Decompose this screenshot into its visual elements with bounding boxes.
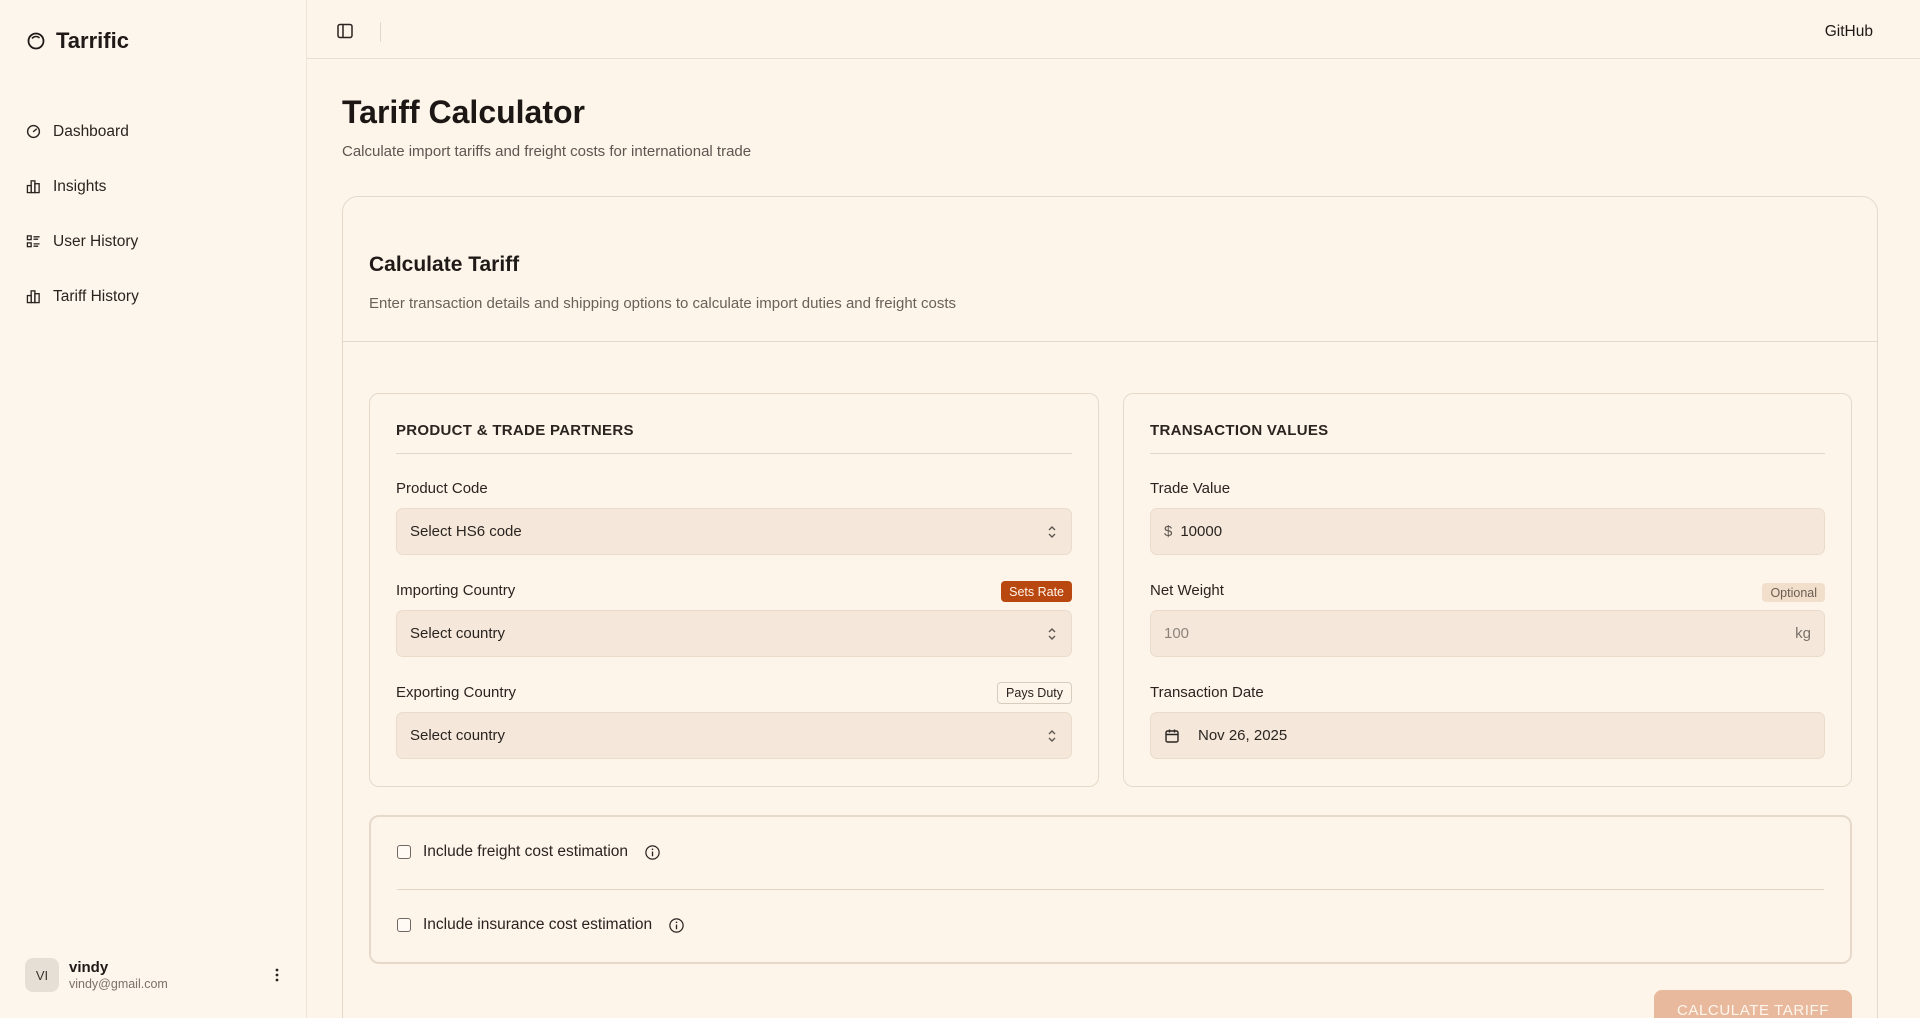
importing-country-label: Importing Country — [396, 582, 516, 599]
trade-value-label: Trade Value — [1150, 480, 1231, 497]
exporting-country-label: Exporting Country — [396, 684, 517, 701]
panel-heading: PRODUCT & TRADE PARTNERS — [396, 422, 1072, 454]
transaction-date-value: Nov 26, 2025 — [1198, 727, 1288, 744]
currency-symbol: $ — [1164, 523, 1173, 540]
main-content: GitHub Tariff Calculator Calculate impor… — [306, 0, 1920, 1018]
bar-chart-icon — [26, 290, 40, 304]
sidebar-item-user-history[interactable]: User History — [26, 214, 286, 269]
list-icon — [26, 235, 40, 248]
exporting-country-value: Select country — [410, 727, 506, 744]
github-link[interactable]: GitHub — [1825, 23, 1873, 41]
sidebar-item-tariff-history[interactable]: Tariff History — [26, 269, 286, 324]
sidebar-item-label: Insights — [53, 177, 107, 195]
exporting-country-select[interactable]: Select country — [396, 712, 1072, 759]
card-title: Calculate Tariff — [369, 253, 520, 276]
transaction-date-picker[interactable]: Nov 26, 2025 — [1150, 712, 1825, 759]
sidebar-item-label: User History — [53, 232, 139, 250]
bar-chart-icon — [26, 180, 40, 194]
info-icon[interactable] — [668, 917, 685, 934]
importing-country-value: Select country — [410, 625, 506, 642]
card-description: Enter transaction details and shipping o… — [369, 295, 957, 312]
optional-badge: Optional — [1762, 583, 1825, 602]
sidebar-item-label: Tariff History — [53, 287, 139, 305]
sets-rate-badge: Sets Rate — [1001, 581, 1072, 602]
freight-option: Include freight cost estimation — [397, 843, 661, 861]
insurance-label[interactable]: Include insurance cost estimation — [423, 916, 652, 934]
sidebar-item-dashboard[interactable]: Dashboard — [26, 104, 286, 159]
gauge-icon — [26, 124, 41, 139]
user-email: vindy@gmail.com — [69, 976, 168, 991]
cost-options-panel: Include freight cost estimation Include … — [369, 815, 1852, 964]
divider — [397, 889, 1824, 890]
brand[interactable]: Tarrific — [26, 28, 129, 54]
avatar: VI — [25, 958, 59, 992]
more-vertical-icon[interactable] — [267, 965, 287, 985]
chevrons-up-down-icon — [1048, 729, 1056, 742]
sidebar-item-insights[interactable]: Insights — [26, 159, 286, 214]
transaction-values-panel: TRANSACTION VALUES Trade Value $ 10000 N… — [1123, 393, 1852, 787]
logo-circle-icon — [27, 32, 45, 50]
chevrons-up-down-icon — [1048, 627, 1056, 640]
weight-unit: kg — [1795, 625, 1811, 642]
page-title: Tariff Calculator — [342, 94, 585, 130]
user-info: vindy vindy@gmail.com — [69, 959, 267, 992]
transaction-date-label: Transaction Date — [1150, 684, 1264, 701]
importing-country-select[interactable]: Select country — [396, 610, 1072, 657]
panel-heading: TRANSACTION VALUES — [1150, 422, 1825, 454]
product-code-select[interactable]: Select HS6 code — [396, 508, 1072, 555]
sidebar-toggle-icon[interactable] — [336, 22, 354, 40]
sidebar-item-label: Dashboard — [53, 122, 129, 140]
user-name: vindy — [69, 958, 109, 976]
trade-value: 10000 — [1180, 523, 1223, 540]
sidebar: Tarrific Dashboard Insights User History… — [0, 0, 306, 1018]
freight-checkbox[interactable] — [397, 845, 411, 859]
net-weight-label: Net Weight — [1150, 582, 1224, 599]
topbar: GitHub — [307, 0, 1920, 59]
calculate-tariff-card: Calculate Tariff Enter transaction detai… — [342, 196, 1878, 1018]
net-weight-input[interactable]: 100 kg — [1150, 610, 1825, 657]
info-icon[interactable] — [644, 844, 661, 861]
chevrons-up-down-icon — [1048, 525, 1056, 538]
user-menu[interactable]: VI vindy vindy@gmail.com — [25, 957, 287, 993]
net-weight-placeholder: 100 — [1164, 625, 1190, 642]
calendar-icon — [1165, 729, 1179, 743]
calculate-tariff-button[interactable]: CALCULATE TARIFF — [1654, 990, 1852, 1018]
product-code-value: Select HS6 code — [410, 523, 522, 540]
product-trade-panel: PRODUCT & TRADE PARTNERS Product Code Se… — [369, 393, 1099, 787]
trade-value-input[interactable]: $ 10000 — [1150, 508, 1825, 555]
insurance-option: Include insurance cost estimation — [397, 916, 685, 934]
divider — [343, 341, 1877, 342]
freight-label[interactable]: Include freight cost estimation — [423, 843, 628, 861]
brand-name: Tarrific — [56, 28, 129, 53]
insurance-checkbox[interactable] — [397, 918, 411, 932]
sidebar-nav: Dashboard Insights User History Tariff H… — [26, 104, 286, 324]
topbar-divider — [380, 22, 381, 42]
product-code-label: Product Code — [396, 480, 488, 497]
pays-duty-badge: Pays Duty — [997, 682, 1072, 704]
page-subtitle: Calculate import tariffs and freight cos… — [342, 143, 752, 160]
